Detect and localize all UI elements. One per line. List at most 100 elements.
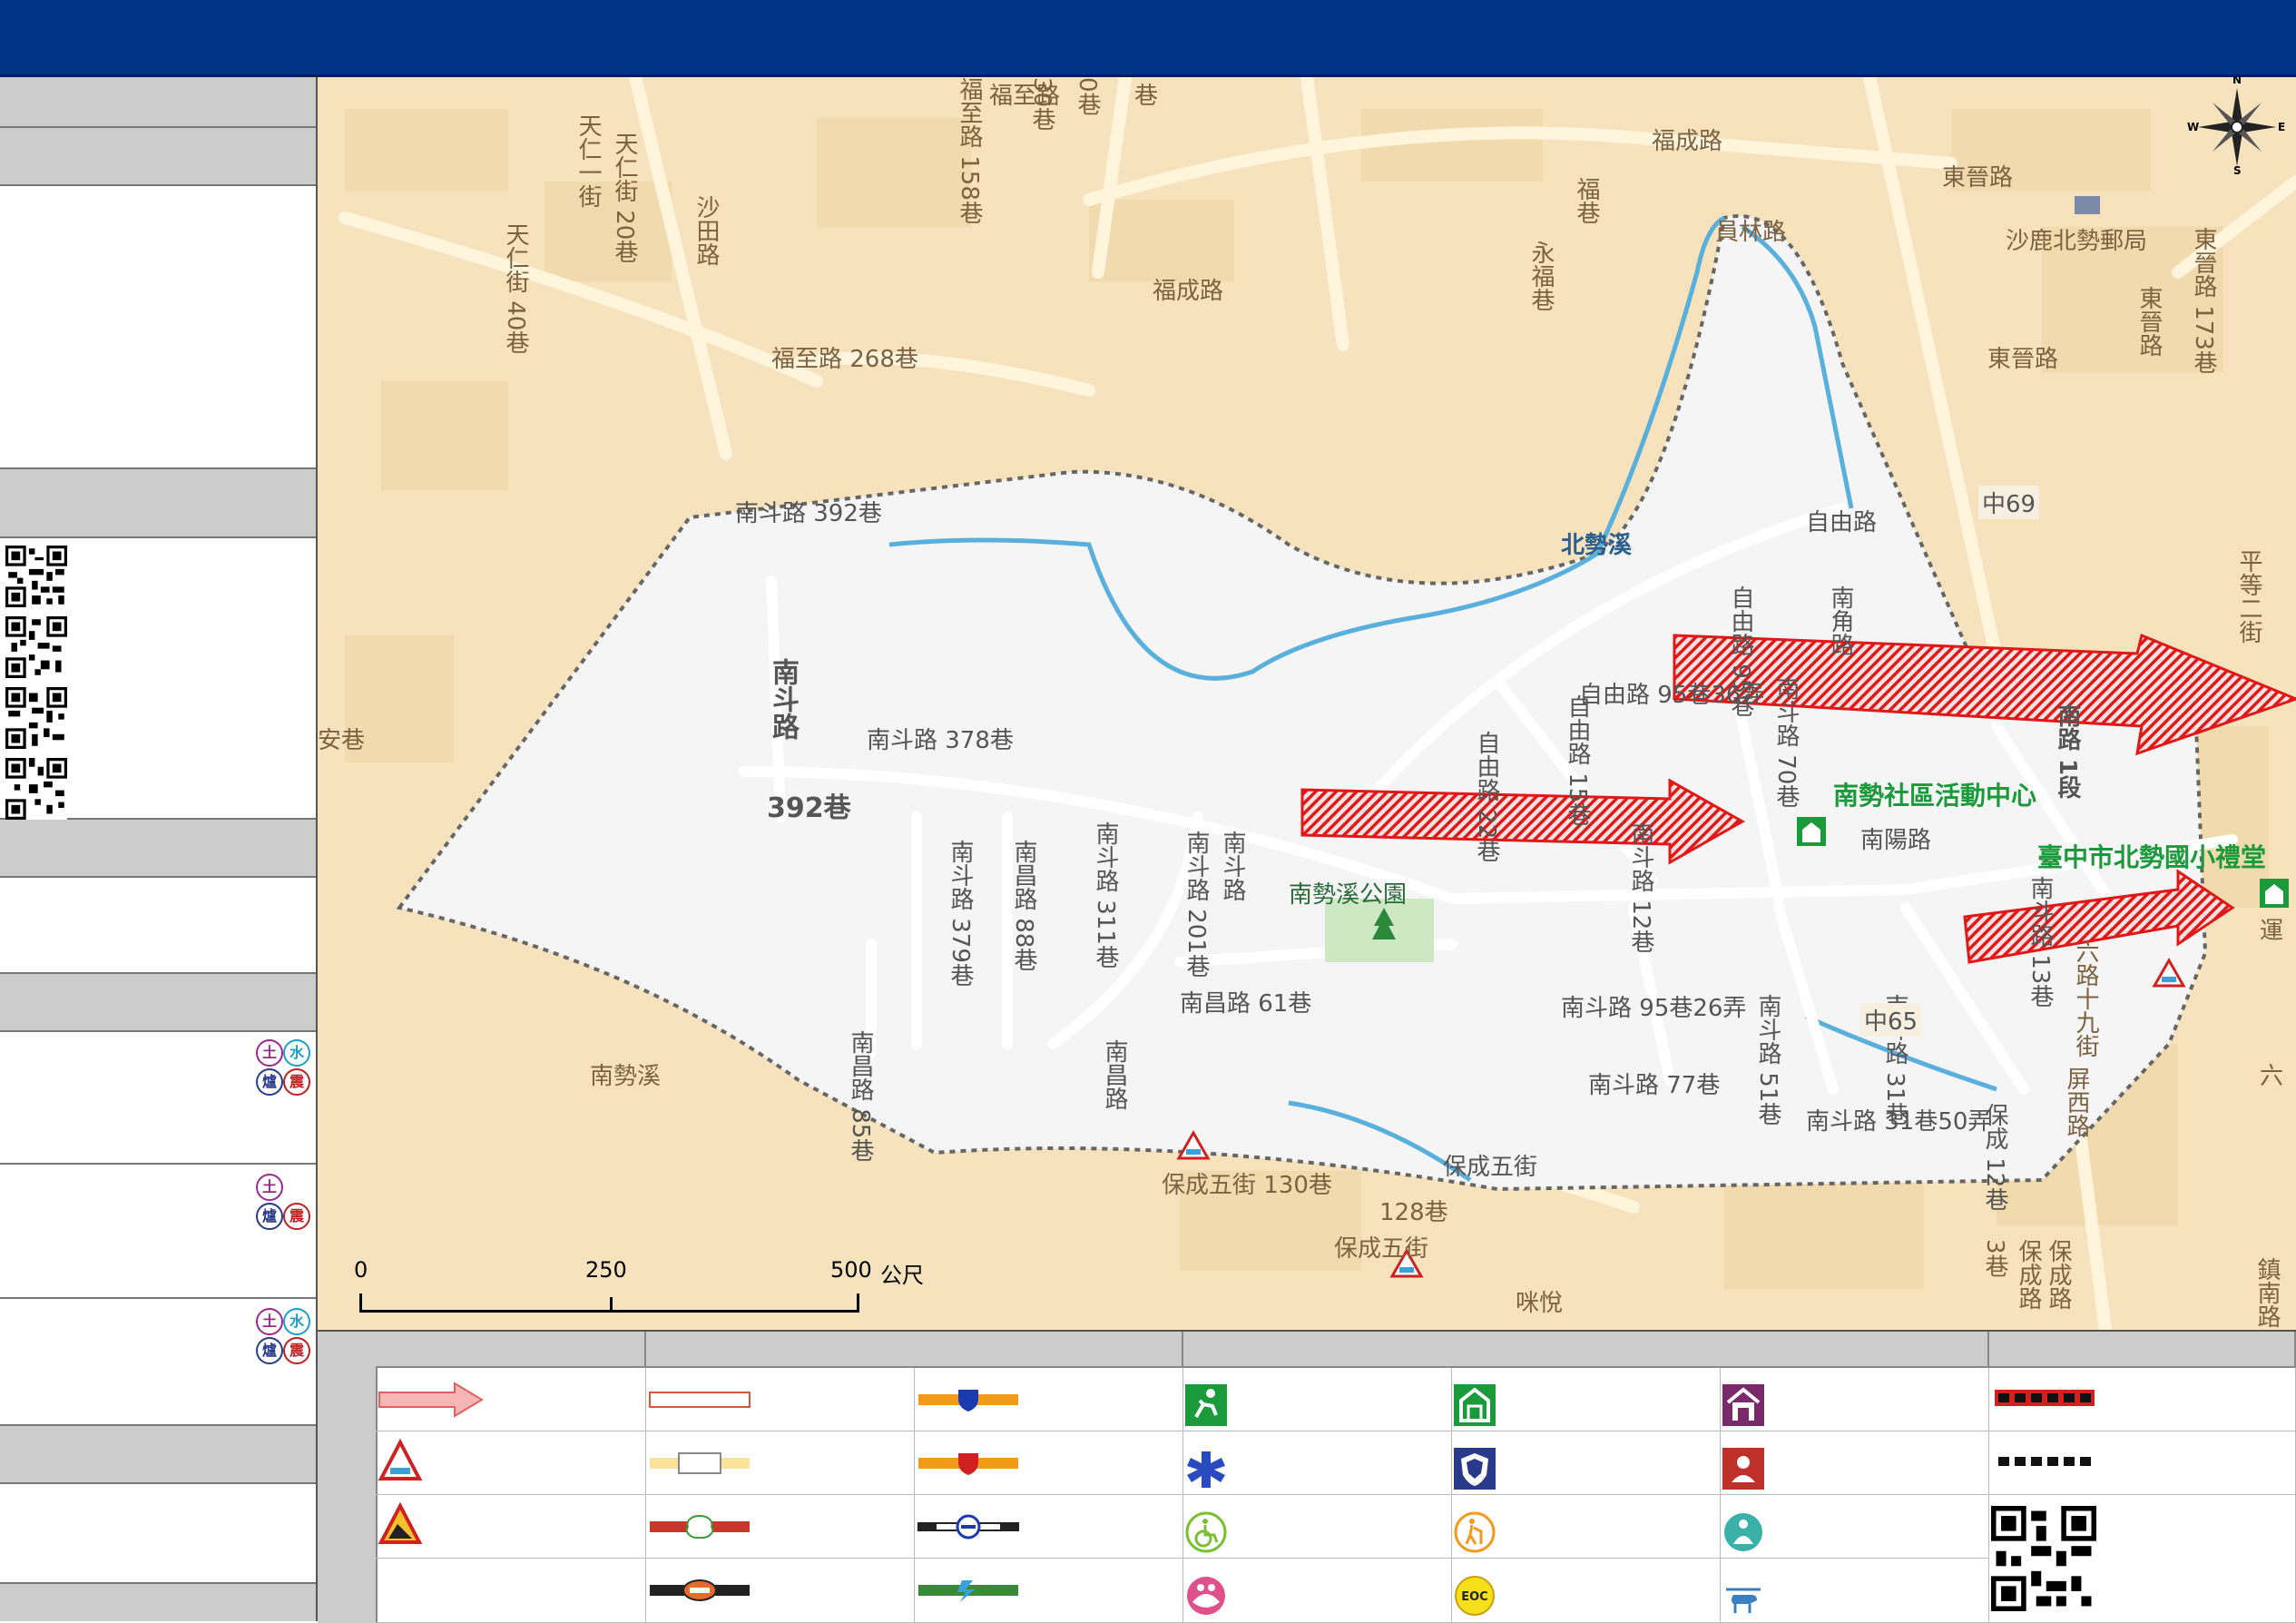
earthquake-hazard-icon: 震 [283,1068,310,1096]
road-label: 南陽路 [1860,827,1932,854]
road-label: 南斗路 70巷 [1772,676,1800,809]
sidebar-header-5 [0,974,316,1032]
scale-tick-label: 0 [354,1257,368,1283]
road-label: 自由路 [1806,509,1878,536]
road-label: 東晉路 [1987,346,2059,373]
welfare-facility-icon [1187,1577,1225,1615]
road-label: 南斗路 51巷 [1754,994,1781,1126]
compass-rose: N S E W [2187,77,2287,177]
eoc-icon: EOC [1455,1576,1495,1616]
road-label: 福成路 [1652,128,1723,155]
earthquake-hazard-icon: 震 [283,1337,310,1364]
sidebar-info-panel [0,186,316,469]
county-road-icon [650,1514,750,1539]
village-boundary-icon [1995,1390,2095,1406]
road-label: 0巷 [1074,77,1101,116]
compass-east: E [2278,121,2286,133]
road-label: 保成五街 [1443,1154,1538,1181]
road-label: 運 [2260,918,2284,945]
road-label: 天仁一街 [574,113,602,208]
elderly-care-icon [1454,1511,1496,1553]
road-label: 南斗路 392巷 [735,500,882,527]
road-label: 天仁街 20巷 [611,132,638,264]
river-label: 南勢溪 [590,1063,662,1090]
road-label: 南斗路 95巷26弄 [1561,995,1747,1022]
sidebar-qr-panel [0,538,316,820]
road-label: 福巷 [1573,177,1600,224]
police-icon [1454,1448,1496,1490]
road-label: 平等二街 [2235,549,2262,644]
qr-code-icon[interactable] [1991,1506,2096,1611]
township-road-icon [650,1579,750,1601]
fire-station-icon [1722,1448,1764,1490]
qr-code-icon[interactable] [5,616,67,678]
road-label: 鎮南路 [2253,1257,2281,1328]
road-label: 128巷 [1379,1199,1448,1226]
evacuation-site-icon [1185,1384,1227,1426]
compass-west: W [2187,121,2200,133]
road-label: 自由路 95巷36弄 [1579,682,1765,709]
road-label: 南昌路 88巷 [1010,840,1037,972]
scale-mid-tick [610,1297,613,1313]
evacuation-arrow-icon [378,1382,484,1418]
shelter-icon [1454,1384,1496,1426]
road-label: 自由路 15巷 [1564,694,1591,827]
qr-code-icon[interactable] [5,687,67,749]
qr-code-icon[interactable] [5,546,67,607]
legend-cell [376,1559,646,1623]
evacuation-map[interactable]: 天仁一街 天仁街 20巷 天仁街 40巷 沙田路 福至路 福至路 158巷 30… [318,77,2296,1330]
earthquake-hazard-icon: 震 [283,1203,310,1230]
high-speed-rail-icon [918,1580,1018,1602]
national-highway-icon [918,1390,1018,1412]
road-label: 保成五街 130巷 [1162,1172,1332,1199]
river-label: 北勢溪 [1561,532,1633,559]
compass-icon [2198,88,2276,166]
sidebar-header-3 [0,469,316,538]
info-sidebar: 土 水 爐 震 土 爐 震 土 水 爐 震 [0,77,318,1621]
road-label: 南角路 [1827,585,1854,656]
map-legend: EOC [318,1330,2296,1623]
sidebar-contact-panel [0,878,316,974]
qr-code-icon[interactable] [5,758,67,820]
landslide-hazard-icon: 土 [256,1039,283,1067]
scale-unit-label: 公尺 [880,1263,924,1288]
accessible-facility-icon [1185,1511,1227,1553]
road-label: 保成五街 [1334,1235,1429,1263]
road-label: 南斗路 12巷 [1627,821,1654,954]
provincial-highway-icon [918,1453,1018,1475]
facility-label: 南勢溪公園 [1289,881,1408,909]
road-label: 南斗路 31巷50弄 [1806,1108,1992,1136]
shelter-entry: 土 水 爐 震 [0,1299,316,1426]
road-label: 南斗路 379巷 [947,840,974,987]
flood-hazard-icon: 水 [283,1308,310,1335]
road-label: 南昌路 [1101,1039,1128,1110]
scale-tick-label: 250 [585,1257,627,1283]
furnace-hazard-icon: 爐 [256,1203,283,1230]
child-care-icon [1724,1513,1762,1551]
road-label: 安巷 [318,727,366,754]
shelter-entry: 土 爐 震 [0,1165,316,1299]
road-label: 南斗路 378巷 [867,727,1014,754]
road-label: 天仁街 40巷 [502,222,529,355]
local-road-icon [649,1392,751,1408]
road-label: 東晉路 173巷 [2190,227,2217,374]
road-label: 南昌路 61巷 [1180,990,1312,1018]
road-label: 六路十九街 [2072,939,2099,1057]
collector-road-icon [650,1452,750,1474]
legend-header-boundaries [1989,1332,2296,1368]
road-label: 保成 12巷 [1981,1103,2008,1212]
shelter-entry: 土 水 爐 震 [0,1032,316,1165]
road-shield: 中69 [1978,486,2040,519]
road-label: 南斗路 311巷 [1092,821,1119,969]
svg-text:EOC: EOC [1461,1590,1487,1604]
legend-side-header [318,1332,378,1623]
legend-header-roads [646,1332,1183,1368]
sidebar-header-6 [0,1426,316,1484]
road-label: 屏西路 [2063,1067,2090,1137]
road-label: 南斗路 [1219,831,1246,901]
road-label: 東晉路 [2135,286,2163,357]
road-label: 沙鹿北勢郵局 [2006,228,2148,255]
furnace-hazard-icon: 爐 [256,1337,283,1364]
landslide-hazard-icon: 土 [256,1308,283,1335]
road-shield: 中65 [1860,1003,1922,1037]
